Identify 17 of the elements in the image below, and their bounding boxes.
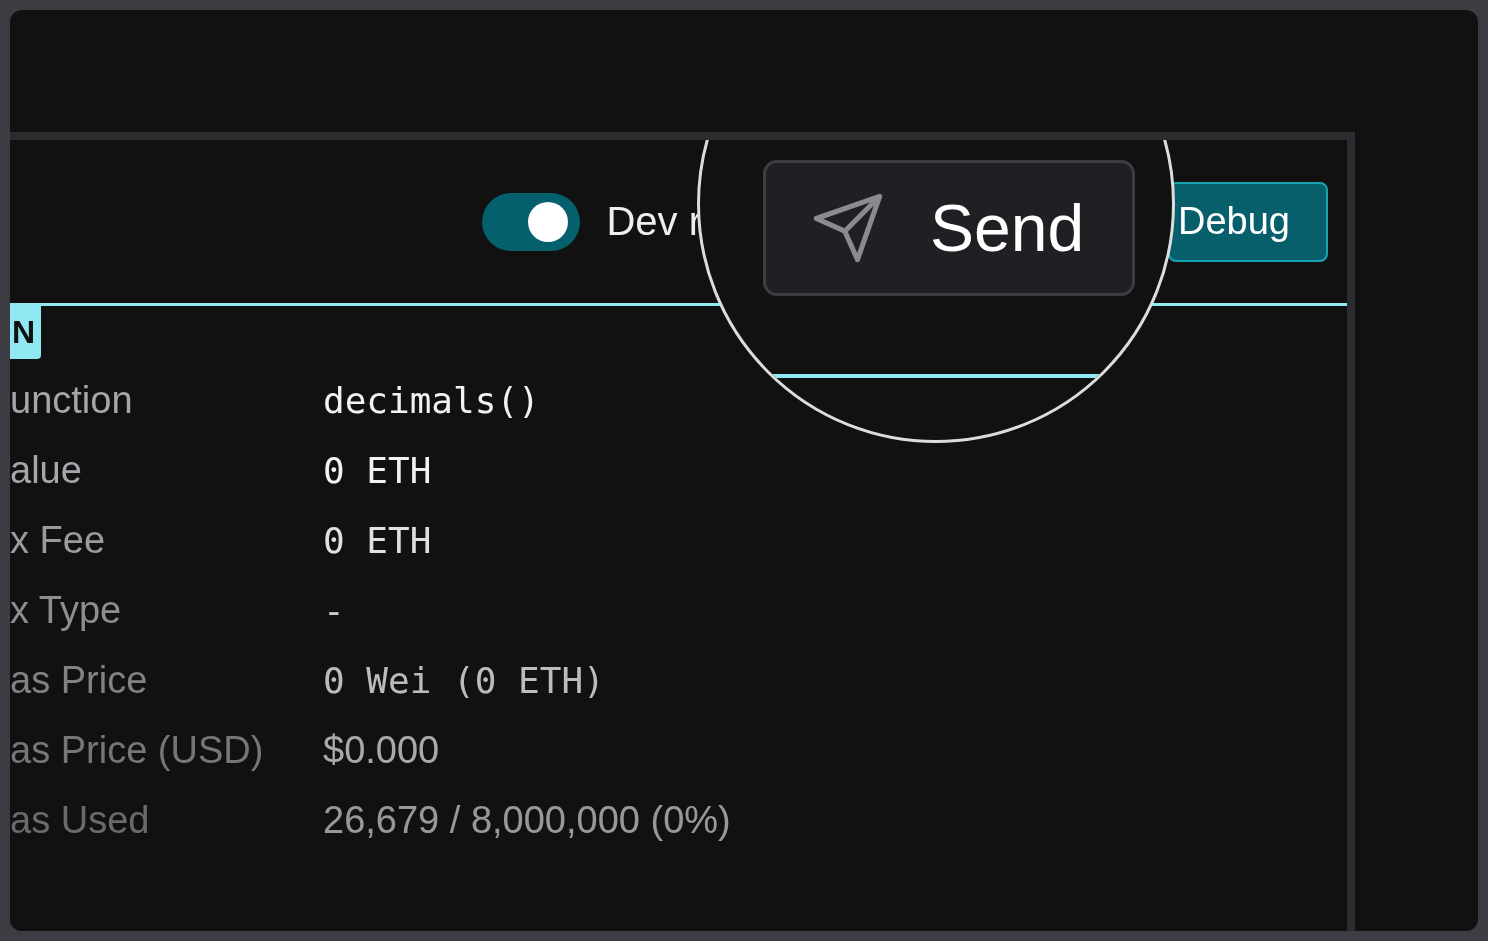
- detail-label: as Price: [10, 658, 148, 702]
- detail-label: unction: [10, 378, 133, 422]
- detail-label: x Type: [10, 588, 122, 632]
- detail-value: 26,679 / 8,000,000 (0%): [323, 798, 731, 842]
- detail-value: $0.000: [323, 728, 440, 772]
- detail-value: 0 Wei (0 ETH): [323, 659, 605, 701]
- detail-label: x Fee: [10, 518, 106, 562]
- send-button[interactable]: Send: [763, 160, 1135, 296]
- detail-value: 0 ETH: [323, 449, 432, 491]
- detail-value: 0 ETH: [323, 519, 432, 561]
- detail-label: as Used: [10, 798, 150, 842]
- detail-label: alue: [10, 448, 82, 492]
- detail-value: decimals(): [323, 379, 540, 421]
- detail-label: as Price (USD): [10, 728, 264, 772]
- detail-value: -: [323, 589, 345, 631]
- section-tag: N: [10, 306, 42, 359]
- debug-button[interactable]: Debug: [1168, 181, 1328, 262]
